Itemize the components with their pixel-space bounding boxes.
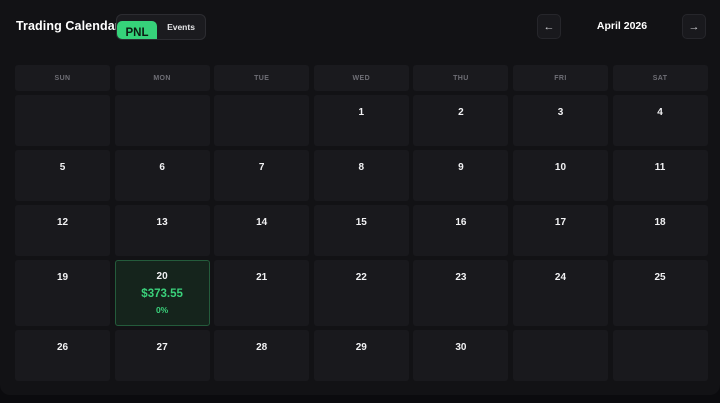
calendar-day-cell[interactable]: 12 — [15, 205, 110, 257]
calendar-day-cell[interactable]: 3 — [512, 95, 608, 146]
day-number: 3 — [557, 107, 564, 118]
calendar-day-cell[interactable]: 19 — [15, 260, 110, 327]
day-number: 13 — [156, 217, 168, 229]
arrow-left-icon: ← — [543, 20, 555, 33]
day-number: 16 — [455, 217, 467, 229]
pnl-toggle-button[interactable]: PNL — [117, 21, 157, 39]
day-number: 12 — [56, 217, 69, 229]
calendar-empty-cell — [214, 95, 310, 146]
day-number: 21 — [256, 272, 268, 284]
calendar-day-cell[interactable]: 24 — [512, 260, 608, 327]
calendar-day-cell[interactable]: 2 — [413, 95, 509, 146]
calendar-day-cell[interactable]: 14 — [214, 205, 310, 257]
events-toggle-button[interactable]: Events — [157, 15, 205, 39]
weekday-sat: SAT — [612, 65, 708, 91]
calendar-day-cell[interactable]: 23 — [413, 260, 509, 327]
day-number: 27 — [156, 342, 168, 354]
calendar-day-cell[interactable]: 7 — [214, 150, 310, 202]
calendar-day-cell[interactable]: 26 — [15, 330, 110, 382]
calendar-day-cell[interactable]: 1 — [313, 95, 409, 146]
day-number: 24 — [554, 272, 567, 284]
day-number: 7 — [258, 162, 265, 174]
calendar-day-cell[interactable]: 17 — [512, 205, 608, 257]
trading-calendar-panel: Trading Calendar PNL Events ← April 2026… — [0, 0, 720, 395]
month-label: April 2026 — [596, 20, 648, 32]
calendar-day-cell[interactable]: 30 — [413, 330, 509, 382]
weekday-mon: MON — [114, 65, 210, 91]
day-pnl-value: $373.55 — [141, 288, 183, 301]
weekday-header-row: SUN MON TUE WED THU FRI SAT — [15, 65, 708, 91]
calendar-empty-cell — [512, 330, 608, 382]
weekday-sun: SUN — [15, 65, 110, 91]
day-number: 6 — [159, 162, 165, 174]
day-number: 19 — [56, 272, 69, 284]
day-number: 4 — [657, 107, 663, 118]
day-number: 30 — [455, 342, 467, 354]
day-number: 11 — [654, 162, 666, 174]
day-number: 15 — [355, 217, 367, 229]
day-number: 20 — [156, 271, 168, 283]
calendar-day-cell[interactable]: 18 — [612, 205, 708, 257]
day-number: 29 — [355, 342, 367, 354]
calendar-day-cell[interactable]: 27 — [114, 330, 210, 382]
next-month-button[interactable]: → — [682, 14, 706, 39]
day-number: 26 — [56, 342, 69, 354]
calendar-empty-cell — [15, 95, 110, 146]
day-number: 14 — [256, 217, 268, 229]
day-number: 9 — [458, 162, 464, 174]
calendar-day-cell[interactable]: 16 — [413, 205, 509, 257]
calendar-day-cell[interactable]: 11 — [612, 150, 708, 202]
previous-month-button[interactable]: ← — [537, 14, 561, 39]
weekday-wed: WED — [313, 65, 409, 91]
calendar-day-cell[interactable]: 5 — [15, 150, 110, 202]
calendar-day-cell[interactable]: 10 — [512, 150, 608, 202]
calendar-empty-cell — [612, 330, 708, 382]
day-number: 1 — [358, 107, 365, 118]
calendar-day-cell[interactable]: 25 — [612, 260, 708, 327]
calendar-day-cell[interactable]: 22 — [313, 260, 409, 327]
arrow-right-icon: → — [688, 20, 700, 33]
day-number: 23 — [455, 272, 467, 284]
day-pnl-percent: 0% — [155, 305, 169, 316]
page-title: Trading Calendar — [16, 19, 120, 33]
calendar-day-cell[interactable]: 8 — [313, 150, 409, 202]
calendar-empty-cell — [114, 95, 210, 146]
day-number: 22 — [355, 272, 367, 284]
calendar-day-cell[interactable]: 13 — [114, 205, 210, 257]
calendar-day-cell[interactable]: 15 — [313, 205, 409, 257]
calendar-day-cell[interactable]: 9 — [413, 150, 509, 202]
day-number: 2 — [458, 107, 464, 118]
day-number: 5 — [59, 162, 66, 174]
calendar-day-cell[interactable]: 6 — [114, 150, 210, 202]
weekday-tue: TUE — [214, 65, 310, 91]
view-toggle: PNL Events — [116, 14, 206, 40]
day-number: 25 — [654, 272, 666, 284]
calendar-header: Trading Calendar PNL Events ← April 2026… — [0, 0, 720, 56]
calendar-day-cell[interactable]: 28 — [214, 330, 310, 382]
calendar-day-cell[interactable]: 21 — [214, 260, 310, 327]
day-number: 10 — [554, 162, 567, 174]
calendar-day-cell[interactable]: 4 — [612, 95, 708, 146]
weekday-thu: THU — [413, 65, 509, 91]
calendar-day-cell-with-pnl[interactable]: 20 $373.55 0% — [114, 260, 210, 327]
weekday-fri: FRI — [512, 65, 608, 91]
calendar-day-cell[interactable]: 29 — [313, 330, 409, 382]
calendar-grid: 1 2 3 4 5 6 7 8 9 10 11 12 13 14 15 16 1… — [15, 95, 708, 382]
day-number: 18 — [654, 217, 666, 229]
day-number: 17 — [554, 217, 567, 229]
day-number: 8 — [358, 162, 365, 174]
day-number: 28 — [256, 342, 268, 354]
